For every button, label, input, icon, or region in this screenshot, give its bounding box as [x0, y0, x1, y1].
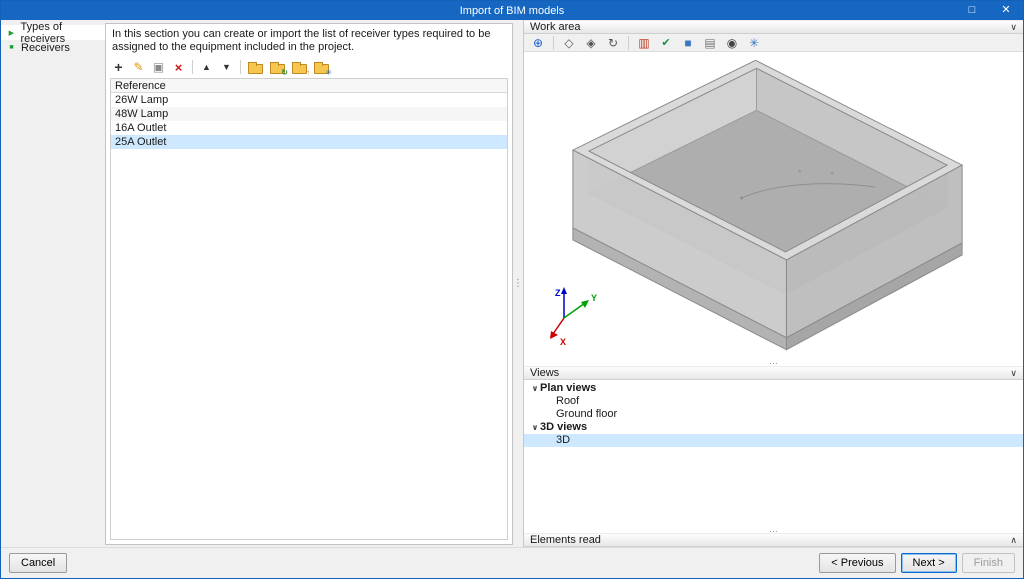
section-description: In this section you can create or import… — [112, 28, 491, 53]
maximize-button[interactable]: □ — [955, 1, 989, 20]
receiver-types-table: Reference 26W Lamp 48W Lamp 16A Outlet 2… — [110, 78, 508, 540]
receiver-types-panel: In this section you can create or import… — [105, 23, 513, 545]
check-icon[interactable]: ✔ — [657, 36, 675, 49]
table-body: 26W Lamp 48W Lamp 16A Outlet 25A Outlet — [111, 93, 507, 539]
window-title: Import of BIM models — [459, 4, 565, 17]
section-sidebar: ▶ Types of receivers ■ Receivers — [1, 20, 105, 547]
axis-y-label: Y — [591, 293, 597, 303]
dialog-footer: Cancel < Previous Next > Finish — [1, 547, 1023, 578]
folder-open-icon[interactable] — [248, 62, 263, 74]
toolbar-separator — [240, 60, 241, 74]
wireframe-icon[interactable]: ✳ — [745, 36, 763, 50]
sidebar-item-types-of-receivers[interactable]: ▶ Types of receivers — [1, 21, 105, 45]
folder-gear-icon[interactable]: ✳ — [314, 62, 332, 77]
move-down-icon[interactable]: ▼ — [218, 59, 235, 75]
table-row[interactable]: 16A Outlet — [111, 121, 507, 135]
import-bim-dialog: Import of BIM models □ ✕ ▶ Types of rece… — [0, 0, 1024, 579]
solid-icon[interactable]: ■ — [679, 36, 697, 50]
views-header: Views ∨ — [524, 366, 1023, 380]
vertical-splitter[interactable]: ⋮ — [513, 20, 523, 547]
sidebar-item-label: Receivers — [21, 41, 70, 54]
titlebar: Import of BIM models □ ✕ — [1, 1, 1023, 20]
expander-icon[interactable]: ∨ — [530, 382, 540, 395]
tree-label: Ground floor — [556, 408, 618, 420]
table-row[interactable]: 48W Lamp — [111, 107, 507, 121]
axis-z-label: Z — [555, 288, 561, 298]
table-row[interactable]: 26W Lamp — [111, 93, 507, 107]
previous-button[interactable]: < Previous — [819, 553, 896, 573]
work-area-header: Work area ∨ — [524, 20, 1023, 34]
viewport-3d[interactable]: Z Y X — [524, 52, 1023, 360]
tree-item-roof[interactable]: Roof — [524, 395, 1023, 408]
views-title: Views — [530, 367, 560, 379]
elements-read-title: Elements read — [530, 534, 601, 546]
tree-label: Roof — [556, 395, 580, 407]
copy-icon[interactable]: ▣ — [150, 59, 167, 75]
delete-icon[interactable]: × — [170, 59, 187, 75]
cancel-button[interactable]: Cancel — [9, 553, 68, 573]
receiver-types-toolbar: + ✎ ▣ × ▲ ▼ ↻ ↑ ✳ — [106, 56, 512, 77]
toolbar-separator — [553, 35, 554, 50]
folder-up-icon[interactable]: ↑ — [292, 62, 310, 77]
horizontal-splitter[interactable]: … — [524, 525, 1023, 534]
move-up-icon[interactable]: ▲ — [198, 59, 215, 75]
expand-chevron-icon[interactable]: ∧ — [1010, 535, 1017, 546]
add-icon[interactable]: + — [110, 59, 127, 75]
toolbar-separator — [628, 35, 629, 50]
column-header-reference: Reference — [111, 79, 507, 93]
work-area-title: Work area — [530, 21, 581, 33]
tree-label: 3D views — [540, 421, 588, 433]
coordinate-icon[interactable]: ⊕ — [529, 36, 547, 50]
tree-group-plan-views[interactable]: ∨ Plan views — [524, 382, 1023, 395]
views-tree: ∨ Plan views Roof Ground floor ∨ 3D view… — [524, 380, 1023, 534]
collapse-chevron-icon[interactable]: ∨ — [1010, 22, 1017, 33]
visibility-icon[interactable]: ◉ — [723, 36, 741, 50]
close-button[interactable]: ✕ — [989, 1, 1023, 20]
folder-sync-icon[interactable]: ↻ — [270, 62, 288, 77]
tree-item-ground-floor[interactable]: Ground floor — [524, 408, 1023, 421]
next-button[interactable]: Next > — [900, 553, 957, 573]
elements-read-header: Elements read ∧ — [524, 533, 1023, 547]
viewcube-icon[interactable]: ◈ — [582, 36, 600, 50]
dialog-content: ▶ Types of receivers ■ Receivers In this… — [1, 20, 1023, 547]
tree-label: Plan views — [540, 382, 597, 394]
collapse-chevron-icon[interactable]: ∨ — [1010, 368, 1017, 379]
axes-triad: Z Y X — [550, 287, 597, 347]
tree-label: 3D — [556, 434, 571, 446]
orbit-icon[interactable]: ◇ — [560, 36, 578, 50]
active-arrow-icon: ▶ — [8, 29, 14, 37]
layers-icon[interactable]: ▤ — [701, 36, 719, 50]
structure-icon[interactable]: ▥ — [635, 36, 653, 50]
tree-group-3d-views[interactable]: ∨ 3D views — [524, 421, 1023, 434]
edit-icon[interactable]: ✎ — [130, 59, 147, 75]
bullet-square-icon: ■ — [9, 44, 14, 51]
expander-icon[interactable]: ∨ — [530, 421, 540, 434]
axis-x-label: X — [560, 337, 566, 347]
finish-button: Finish — [961, 553, 1015, 573]
rotate-icon[interactable]: ↻ — [604, 36, 622, 50]
work-area-toolbar: ⊕ ◇ ◈ ↻ ▥ ✔ ■ ▤ ◉ ✳ — [524, 34, 1023, 52]
toolbar-separator — [192, 60, 193, 74]
tree-item-3d-selected[interactable]: 3D — [524, 434, 1023, 447]
bim-preview-panel: Work area ∨ ⊕ ◇ ◈ ↻ ▥ ✔ ■ ▤ ◉ ✳ Z Y X … … — [523, 20, 1023, 547]
table-row-selected[interactable]: 25A Outlet — [111, 135, 507, 149]
